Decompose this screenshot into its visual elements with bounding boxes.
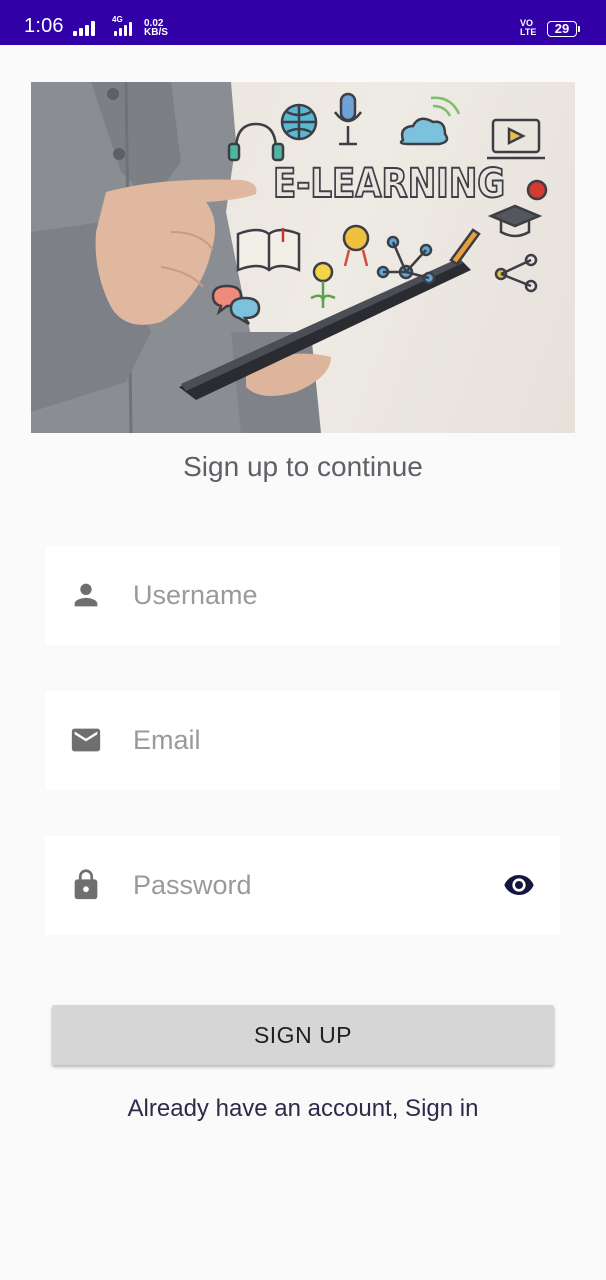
battery-level: 29: [554, 21, 570, 36]
sign-up-button[interactable]: SIGN UP: [52, 1005, 554, 1065]
hero-image: E-LEARNING: [31, 82, 575, 433]
sign-in-link[interactable]: Already have an account, Sign in: [0, 1094, 606, 1124]
status-time: 1:06: [24, 15, 64, 37]
secondary-signal-icon: [114, 22, 132, 36]
volte-bottom-label: LTE: [520, 27, 537, 37]
network-speed-unit: KB/S: [144, 27, 168, 38]
hero-illustration: [31, 82, 548, 433]
signal-strength-icon: [73, 18, 95, 36]
mail-icon: [71, 728, 101, 752]
lock-icon: [74, 869, 98, 900]
email-field[interactable]: [45, 691, 560, 790]
eye-icon[interactable]: [499, 869, 539, 901]
status-bar: 1:06 4G 0.02 KB/S VO LTE 29: [0, 0, 606, 45]
password-input[interactable]: [133, 861, 483, 909]
network-speed: 0.02 KB/S: [144, 19, 168, 38]
username-input[interactable]: [133, 571, 483, 619]
battery-icon: 29: [547, 21, 580, 37]
person-icon: [74, 583, 98, 607]
page-subtitle: Sign up to continue: [183, 451, 423, 482]
email-input[interactable]: [133, 716, 483, 764]
username-field[interactable]: [45, 546, 560, 645]
hero-title: E-LEARNING: [272, 161, 506, 207]
volte-indicator: VO LTE: [520, 19, 536, 37]
password-field[interactable]: [45, 836, 560, 935]
